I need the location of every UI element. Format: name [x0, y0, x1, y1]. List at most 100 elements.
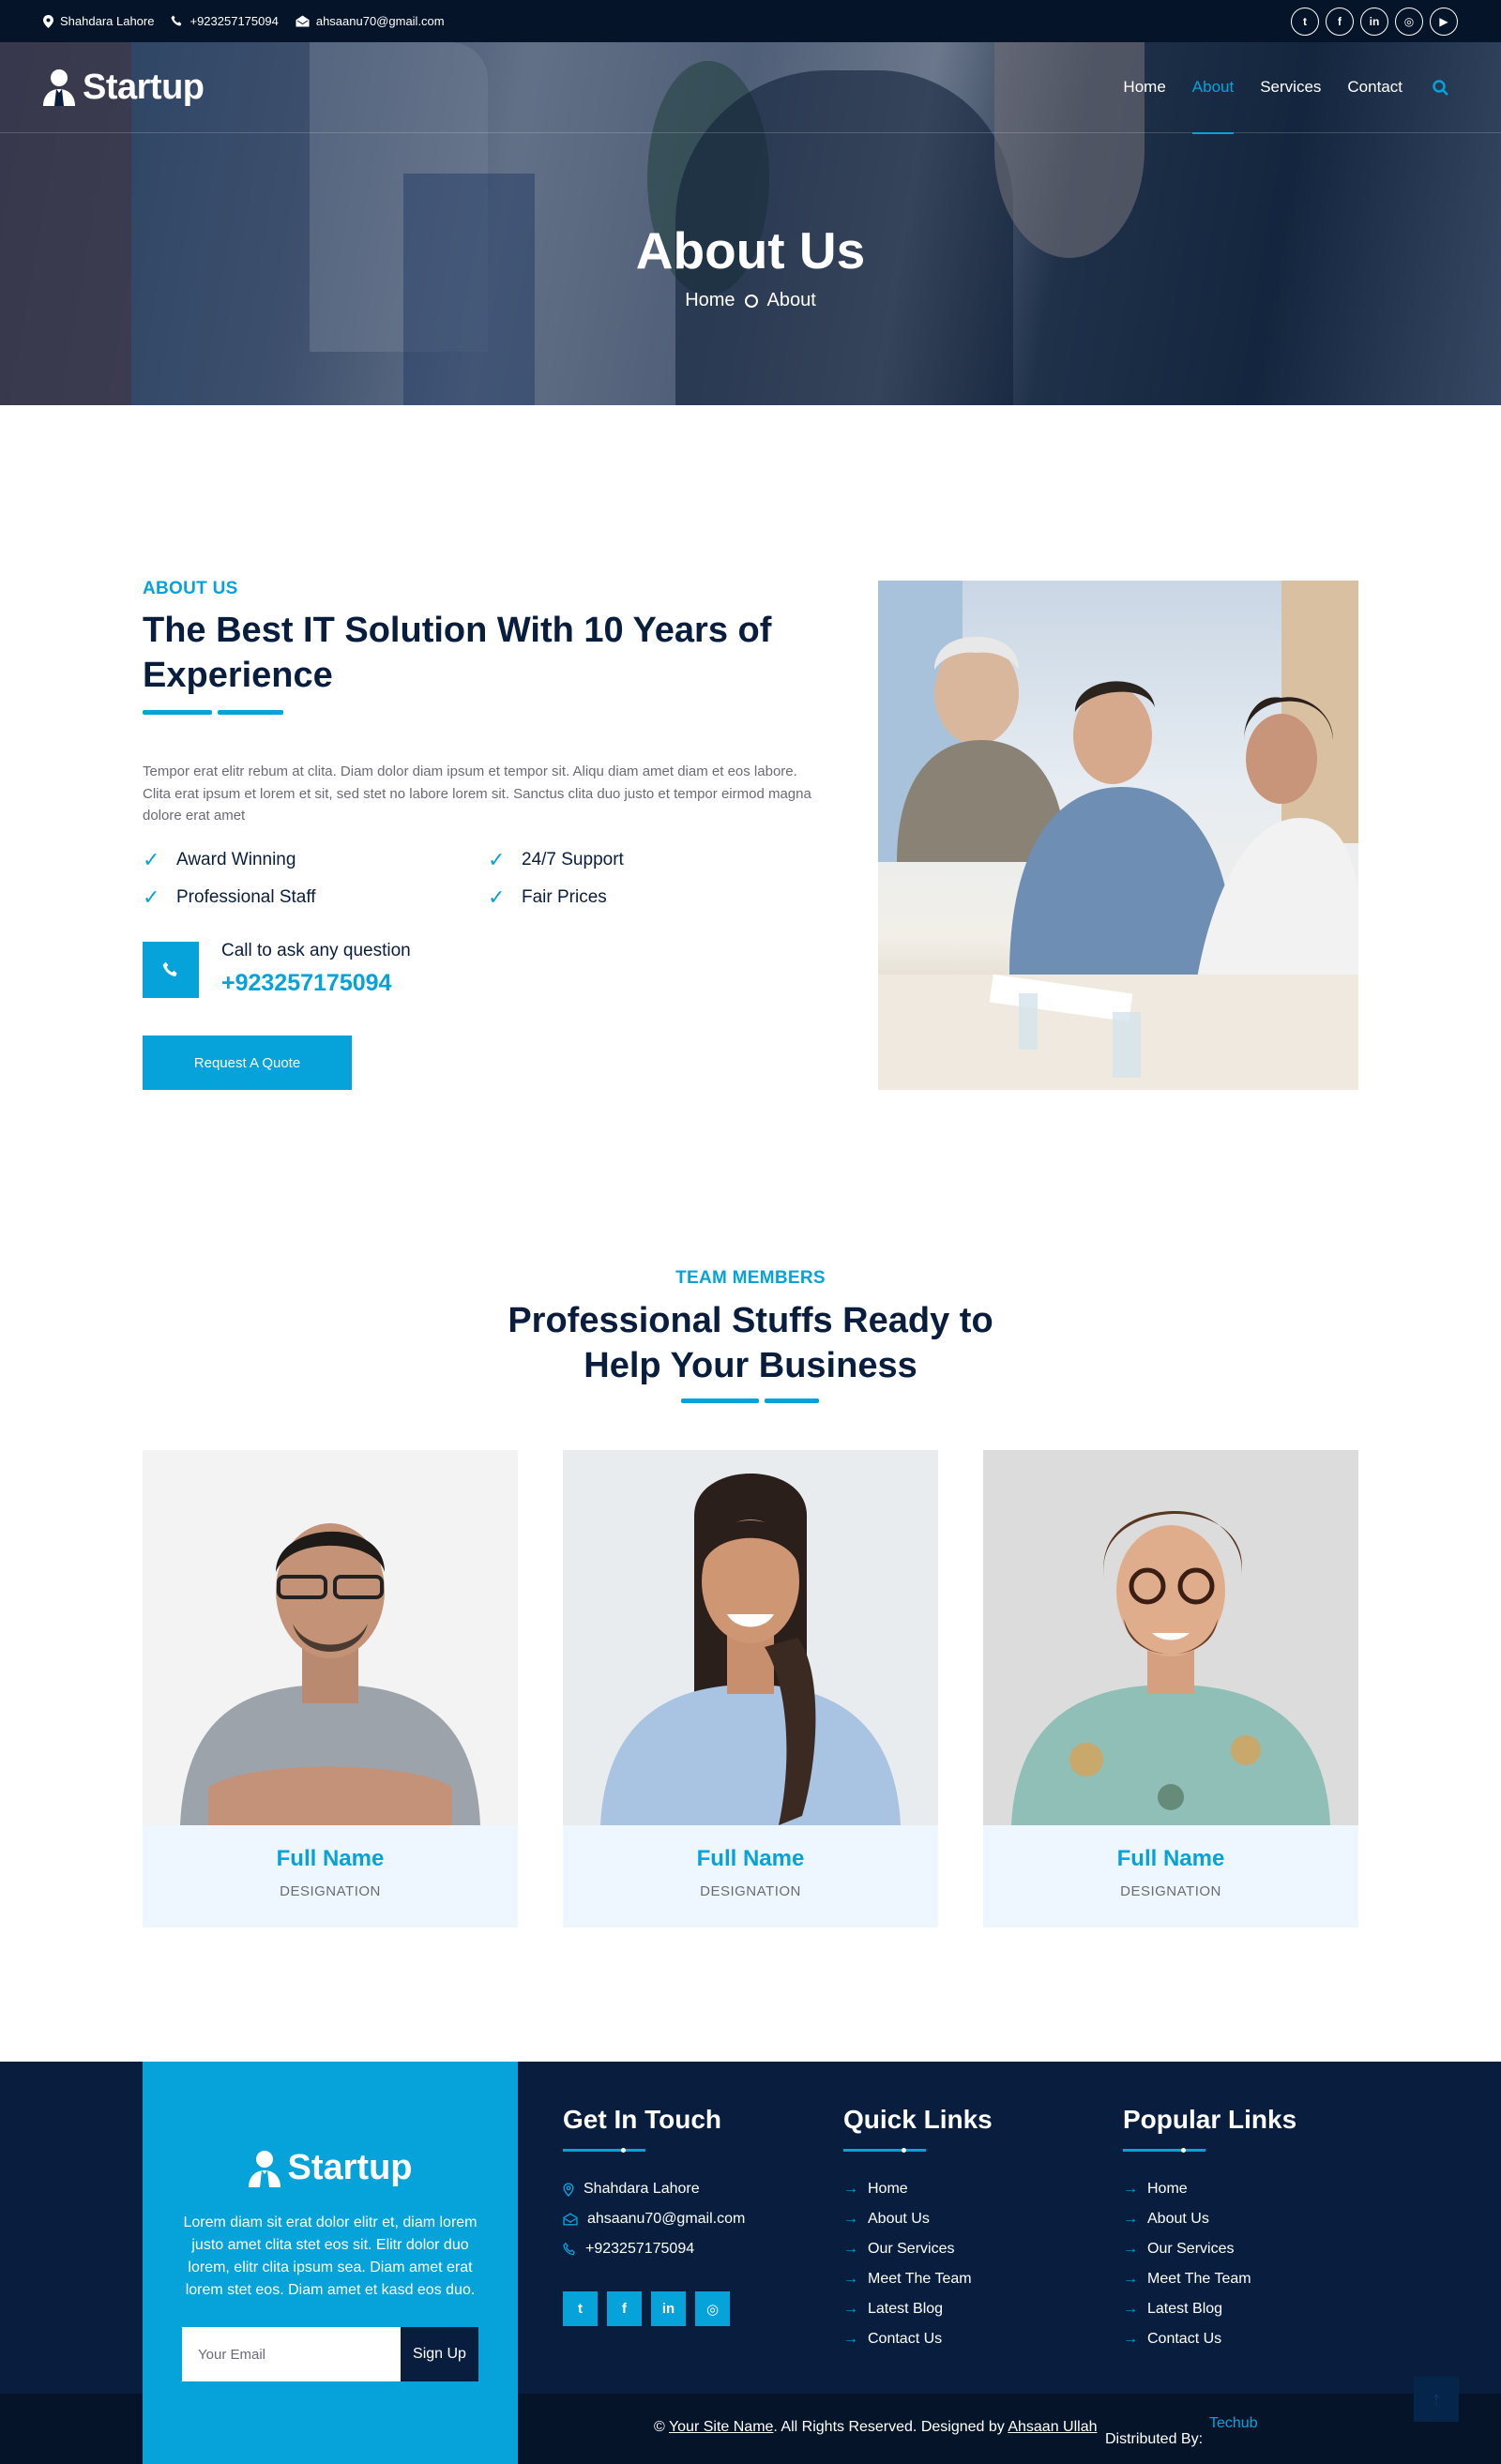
distributor-link[interactable]: Techub: [1209, 2415, 1258, 2432]
main-menu: Home About Services Contact: [1123, 42, 1448, 134]
phone-icon: [171, 15, 182, 26]
envelope-open-icon: [295, 15, 310, 27]
linkedin-icon[interactable]: in: [651, 2291, 686, 2326]
arrow-right-icon: →: [1123, 2331, 1138, 2347]
check-icon: ✓: [143, 885, 160, 909]
check-icon: ✓: [488, 848, 506, 871]
footer-link[interactable]: → About Us: [1123, 2204, 1367, 2234]
arrow-up-icon: ↑: [1431, 2387, 1442, 2411]
request-quote-button[interactable]: Request A Quote: [143, 1035, 352, 1090]
footer-link[interactable]: → Latest Blog: [1123, 2294, 1367, 2324]
footer-link[interactable]: → Contact Us: [843, 2324, 1087, 2354]
arrow-right-icon: →: [843, 2211, 858, 2227]
about-title: The Best IT Solution With 10 Years of Ex…: [143, 611, 772, 695]
quick-links-column: Quick Links → Home → About Us → Our Service…: [843, 2105, 1087, 2354]
arrow-right-icon: →: [1123, 2271, 1138, 2287]
feature-item: ✓ Award Winning: [143, 848, 296, 871]
arrow-right-icon: →: [1123, 2211, 1138, 2227]
user-tie-icon: [43, 69, 75, 106]
designer-link[interactable]: Ahsaan Ullah: [1008, 2419, 1097, 2435]
nav-services[interactable]: Services: [1260, 42, 1321, 133]
footer-link[interactable]: → Latest Blog: [843, 2294, 1087, 2324]
phone-icon: [563, 2243, 575, 2256]
arrow-right-icon: →: [1123, 2241, 1138, 2257]
instagram-icon[interactable]: ◎: [1395, 7, 1423, 36]
footer-phone[interactable]: +923257175094: [563, 2234, 807, 2264]
logo[interactable]: Startup: [43, 68, 205, 108]
envelope-open-icon: [563, 2213, 578, 2226]
facebook-icon[interactable]: f: [607, 2291, 642, 2326]
footer-link[interactable]: → About Us: [843, 2204, 1087, 2234]
member-designation: DESIGNATION: [700, 1883, 801, 1899]
copyright-text: © Your Site Name. All Rights Reserved. D…: [654, 2419, 1098, 2435]
address-item: Shahdara Lahore: [43, 14, 154, 28]
page-title: About Us: [635, 221, 866, 280]
twitter-icon[interactable]: t: [563, 2291, 598, 2326]
linkedin-icon[interactable]: in: [1360, 7, 1388, 36]
team-title-line1: Professional Stuffs Ready to: [508, 1301, 993, 1340]
member-photo: [143, 1450, 518, 1825]
email-input[interactable]: Your Email: [182, 2327, 401, 2381]
newsletter-form: Your Email Sign Up: [182, 2327, 478, 2381]
feature-item: ✓ 24/7 Support: [488, 848, 624, 871]
footer-social: t f in ◎: [563, 2291, 807, 2326]
instagram-icon[interactable]: ◎: [695, 2291, 730, 2326]
title-underline: [681, 1398, 819, 1403]
arrow-right-icon: →: [843, 2301, 858, 2317]
arrow-right-icon: →: [1123, 2181, 1138, 2197]
social-links: t f in ◎ ▶: [1291, 7, 1458, 36]
youtube-icon[interactable]: ▶: [1430, 7, 1458, 36]
search-icon[interactable]: [1433, 79, 1448, 96]
facebook-icon[interactable]: f: [1326, 7, 1354, 36]
title-underline: [143, 710, 283, 715]
call-label: Call to ask any question: [221, 941, 411, 960]
team-card[interactable]: Full Name DESIGNATION: [563, 1450, 938, 1927]
arrow-right-icon: →: [1123, 2301, 1138, 2317]
get-in-touch-column: Get In Touch Shahdara Lahore ahsaanu70@g…: [563, 2105, 807, 2326]
footer-email[interactable]: ahsaanu70@gmail.com: [563, 2204, 807, 2234]
team-card[interactable]: Full Name DESIGNATION: [143, 1450, 518, 1927]
breadcrumb-home[interactable]: Home: [685, 290, 735, 311]
twitter-icon[interactable]: t: [1291, 7, 1319, 36]
site-name-link[interactable]: Your Site Name: [669, 2419, 773, 2435]
nav-contact[interactable]: Contact: [1347, 42, 1402, 133]
member-designation: DESIGNATION: [1120, 1883, 1221, 1899]
phone-text: +923257175094: [190, 14, 279, 28]
back-to-top-button[interactable]: ↑: [1414, 2377, 1459, 2422]
footer-address: Shahdara Lahore: [563, 2174, 807, 2204]
nav-about[interactable]: About: [1191, 42, 1235, 134]
brand-name: Startup: [83, 67, 205, 107]
check-icon: ✓: [488, 885, 506, 909]
contact-info: Shahdara Lahore +923257175094 ahsaanu70@…: [43, 14, 445, 28]
footer-link[interactable]: → Contact Us: [1123, 2324, 1367, 2354]
footer-link[interactable]: → Home: [1123, 2174, 1367, 2204]
feature-item: ✓ Fair Prices: [488, 885, 607, 909]
location-pin-icon: [563, 2182, 574, 2197]
footer-link[interactable]: → Home: [843, 2174, 1087, 2204]
nav-home[interactable]: Home: [1123, 42, 1165, 133]
email-text: ahsaanu70@gmail.com: [315, 14, 445, 28]
about-subtitle: ABOUT US: [143, 579, 238, 598]
arrow-right-icon: →: [843, 2331, 858, 2347]
address-text: Shahdara Lahore: [60, 14, 155, 28]
check-icon: ✓: [143, 848, 160, 871]
footer-link[interactable]: → Meet The Team: [1123, 2264, 1367, 2294]
arrow-right-icon: →: [843, 2241, 858, 2257]
meeting-photo: [878, 581, 1358, 1090]
navbar: Startup Home About Services Contact: [0, 42, 1501, 134]
title-underline: [1123, 2148, 1367, 2153]
phone-icon: [143, 942, 199, 998]
team-card[interactable]: Full Name DESIGNATION: [983, 1450, 1358, 1927]
footer-link[interactable]: → Our Services: [843, 2234, 1087, 2264]
signup-button[interactable]: Sign Up: [401, 2327, 478, 2381]
call-number[interactable]: +923257175094: [221, 970, 391, 997]
title-underline: [843, 2148, 1087, 2153]
footer-logo[interactable]: Startup: [143, 2148, 518, 2188]
user-tie-icon: [248, 2150, 280, 2187]
arrow-right-icon: →: [843, 2181, 858, 2197]
about-text: Tempor erat elitr rebum at clita. Diam d…: [143, 763, 811, 824]
footer-link[interactable]: → Meet The Team: [843, 2264, 1087, 2294]
team-title-line2: Help Your Business: [584, 1346, 917, 1385]
breadcrumb-separator-icon: [744, 294, 758, 308]
footer-link[interactable]: → Our Services: [1123, 2234, 1367, 2264]
